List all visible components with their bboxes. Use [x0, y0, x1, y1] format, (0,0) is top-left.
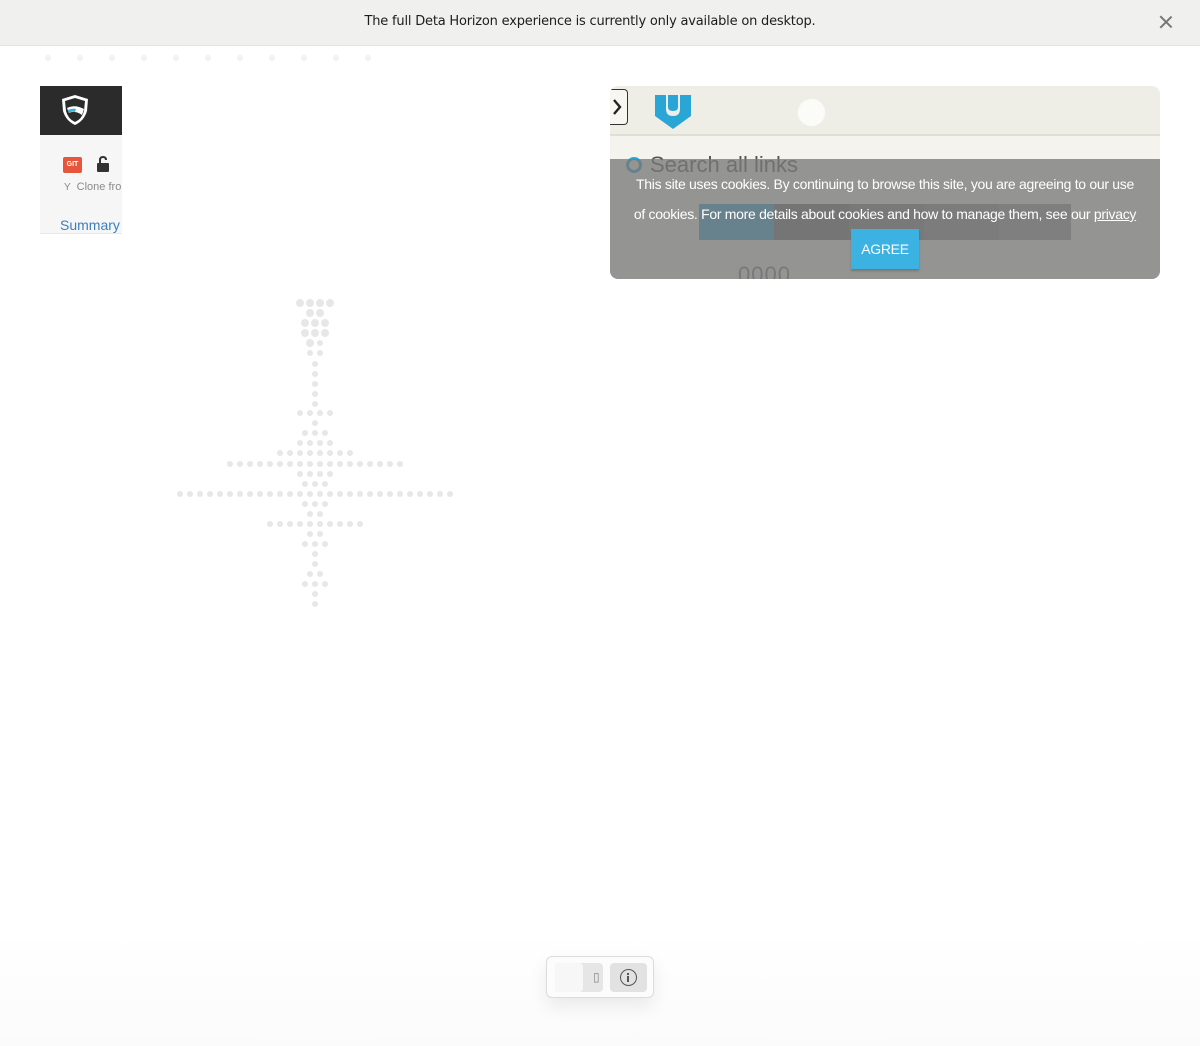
avatar[interactable]	[797, 98, 826, 127]
info-button[interactable]	[610, 963, 647, 992]
clone-line: Y Clone fro	[64, 181, 121, 193]
cookie-message: This site uses cookies. By continuing to…	[633, 176, 1134, 222]
fork-icon: Y	[64, 182, 71, 193]
toggle-glyph-icon: ▯	[593, 970, 600, 984]
agree-button[interactable]: AGREE	[851, 229, 919, 269]
summary-link[interactable]: Summary	[60, 217, 120, 233]
info-icon	[620, 969, 637, 986]
lock-icon	[97, 156, 109, 172]
close-icon[interactable]	[1156, 12, 1176, 32]
repo-card-header	[40, 86, 122, 135]
expand-toggle[interactable]	[610, 89, 628, 125]
notice-message: The full Deta Horizon experience is curr…	[364, 14, 816, 29]
repo-card: GIT Y Clone fro Summary	[40, 86, 122, 234]
shield-icon	[62, 95, 88, 125]
chevron-right-icon	[613, 99, 622, 115]
brand-icon	[655, 95, 691, 129]
cookie-banner: This site uses cookies. By continuing to…	[610, 159, 1160, 279]
mini-toolbar: ▯	[546, 956, 654, 998]
link-panel-header	[610, 86, 1160, 136]
toggle-knob	[555, 963, 583, 992]
desktop-notice-bar: The full Deta Horizon experience is curr…	[0, 0, 1200, 46]
git-badge: GIT	[63, 157, 82, 173]
clone-text: Clone fro	[76, 181, 122, 193]
faint-dot-row	[32, 52, 372, 64]
mode-toggle[interactable]: ▯	[555, 963, 603, 992]
